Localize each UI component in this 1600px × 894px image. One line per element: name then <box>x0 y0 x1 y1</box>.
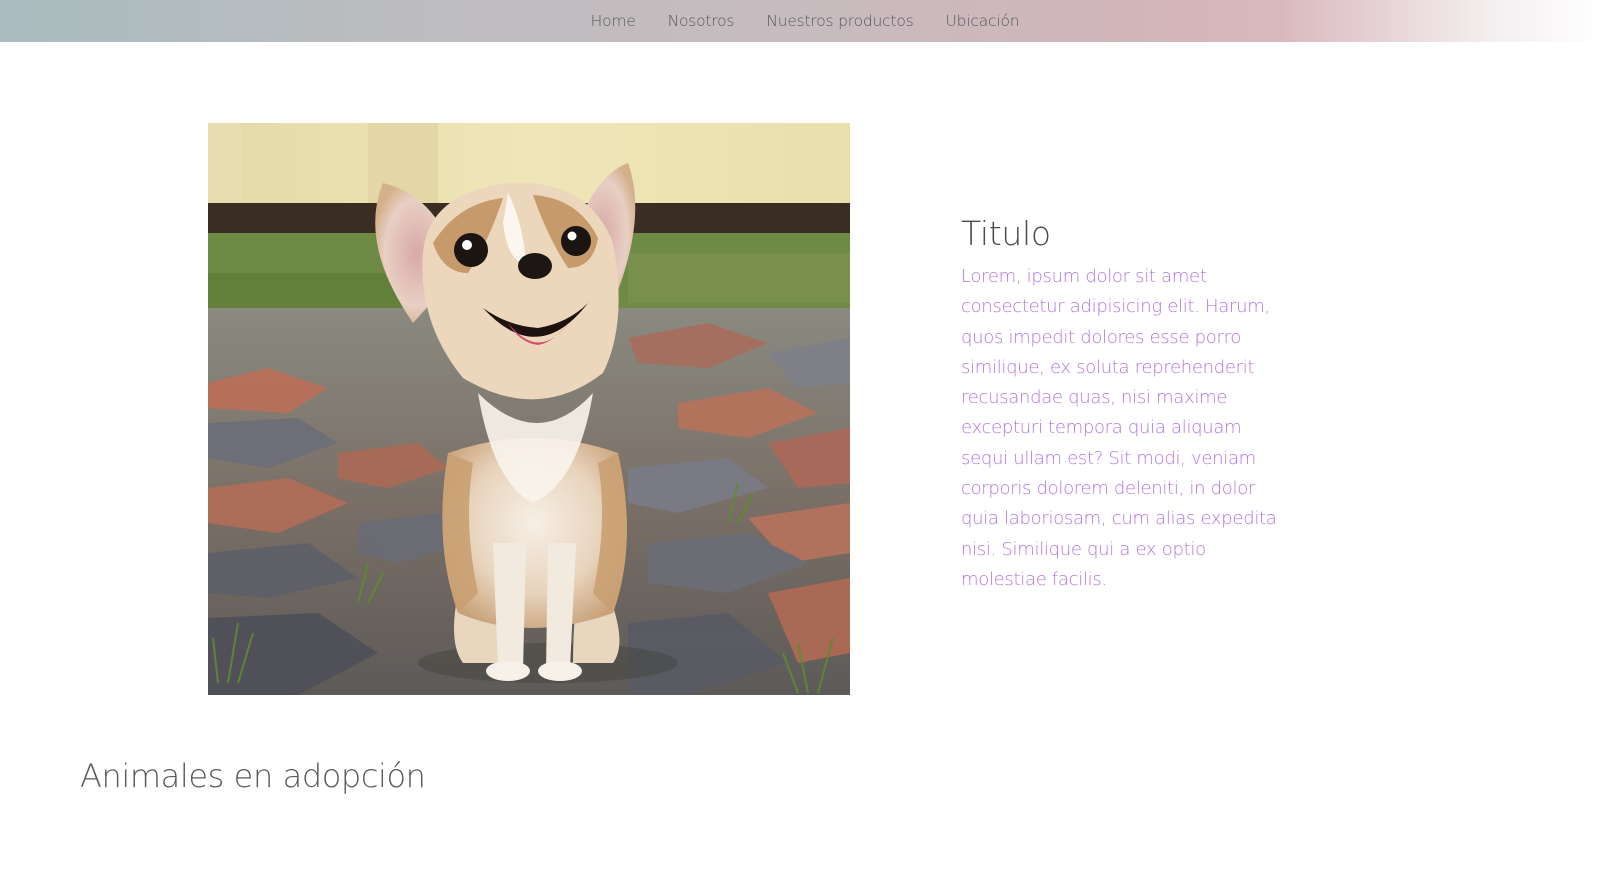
nav-link-ubicacion[interactable]: Ubicación <box>930 12 1036 30</box>
nav-link-nosotros[interactable]: Nosotros <box>652 12 751 30</box>
top-navbar: Home Nosotros Nuestros productos Ubicaci… <box>0 0 1600 42</box>
chihuahua-puppy-photo <box>208 123 850 695</box>
hero-body-text: Lorem, ipsum dolor sit amet consectetur … <box>961 266 1277 590</box>
adoption-section-heading: Animales en adopción <box>80 757 426 795</box>
hero-text-block: Titulo Lorem, ipsum dolor sit amet conse… <box>961 212 1291 595</box>
main-nav: Home Nosotros Nuestros productos Ubicaci… <box>0 0 1600 42</box>
nav-link-nuestros-productos[interactable]: Nuestros productos <box>750 12 929 30</box>
hero-title: Titulo <box>961 214 1051 253</box>
nav-link-home[interactable]: Home <box>575 12 652 30</box>
hero-dog-image <box>208 123 850 695</box>
